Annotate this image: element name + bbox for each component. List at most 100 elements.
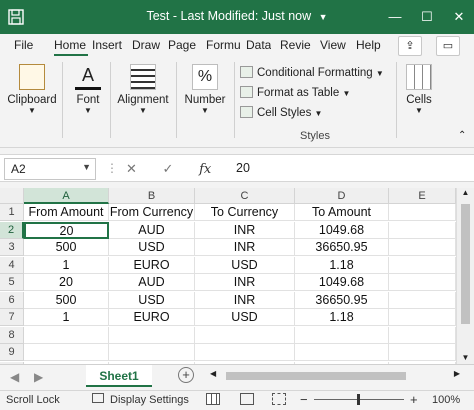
row-header[interactable]: 8 bbox=[0, 326, 24, 344]
row-header[interactable]: 7 bbox=[0, 309, 24, 326]
name-box[interactable]: A2 ▼ bbox=[4, 158, 96, 180]
close-button[interactable]: ✕ bbox=[448, 6, 470, 28]
tab-file[interactable]: File bbox=[14, 38, 33, 56]
page-break-icon[interactable] bbox=[272, 393, 286, 405]
table-cell[interactable]: 1049.68 bbox=[295, 274, 389, 291]
minimize-button[interactable]: — bbox=[384, 6, 406, 28]
table-cell[interactable]: AUD bbox=[109, 221, 195, 239]
zoom-in-button[interactable]: + bbox=[410, 392, 418, 407]
table-cell[interactable]: 1 bbox=[24, 256, 109, 274]
table-cell[interactable]: AUD bbox=[109, 274, 195, 291]
fx-icon[interactable]: fx bbox=[199, 162, 211, 177]
cell-styles-button[interactable]: Cell Styles ▼ bbox=[240, 106, 322, 119]
scroll-down-icon[interactable]: ▼ bbox=[457, 353, 474, 362]
row-header[interactable]: 2 bbox=[0, 221, 24, 239]
row-header[interactable]: 4 bbox=[0, 256, 24, 274]
zoom-level[interactable]: 100% bbox=[432, 394, 460, 406]
conditional-formatting-button[interactable]: Conditional Formatting ▼ bbox=[240, 66, 384, 79]
tab-help[interactable]: Help bbox=[356, 38, 381, 56]
vertical-scrollbar[interactable]: ▲ ▼ bbox=[456, 188, 474, 364]
table-cell[interactable]: 500 bbox=[24, 239, 109, 256]
table-cell[interactable] bbox=[389, 256, 456, 274]
column-title-cell[interactable]: From Currency bbox=[109, 204, 195, 221]
table-cell[interactable]: INR bbox=[195, 291, 295, 309]
zoom-out-button[interactable]: − bbox=[300, 392, 308, 407]
number-button[interactable]: % Number ▼ bbox=[180, 64, 230, 115]
table-cell[interactable] bbox=[389, 344, 456, 361]
table-cell[interactable]: EURO bbox=[109, 309, 195, 326]
column-header-e[interactable]: E bbox=[389, 188, 456, 204]
scroll-left-icon[interactable]: ◀ bbox=[210, 369, 216, 378]
collapse-ribbon-icon[interactable]: ⌃ bbox=[458, 130, 466, 141]
table-cell[interactable]: 1 bbox=[24, 309, 109, 326]
select-all-corner[interactable] bbox=[0, 188, 24, 204]
tab-page[interactable]: Page bbox=[168, 38, 196, 56]
table-cell[interactable] bbox=[195, 326, 295, 344]
sheet-tab-sheet1[interactable]: Sheet1 bbox=[86, 365, 152, 387]
table-cell[interactable] bbox=[389, 291, 456, 309]
table-cell[interactable] bbox=[109, 344, 195, 361]
page-layout-icon[interactable] bbox=[240, 393, 254, 405]
tab-formulas[interactable]: Formu bbox=[206, 38, 242, 56]
table-cell[interactable]: 1.18 bbox=[295, 309, 389, 326]
horizontal-scrollbar[interactable]: ◀ ▶ bbox=[210, 369, 460, 381]
tab-data[interactable]: Data bbox=[246, 38, 271, 56]
scroll-up-icon[interactable]: ▲ bbox=[457, 188, 474, 197]
column-header-b[interactable]: B bbox=[109, 188, 195, 204]
maximize-button[interactable]: ☐ bbox=[416, 6, 438, 28]
table-cell[interactable]: 20 bbox=[24, 274, 109, 291]
column-header-c[interactable]: C bbox=[195, 188, 295, 204]
table-cell[interactable] bbox=[24, 326, 109, 344]
table-cell[interactable] bbox=[389, 274, 456, 291]
cancel-icon[interactable]: ✕ bbox=[126, 161, 137, 176]
table-cell[interactable]: 1049.68 bbox=[295, 221, 389, 239]
row-header[interactable]: 5 bbox=[0, 274, 24, 291]
table-cell[interactable]: 36650.95 bbox=[295, 291, 389, 309]
add-sheet-button[interactable]: + bbox=[178, 367, 194, 383]
tab-home[interactable]: Home bbox=[54, 38, 88, 56]
format-as-table-button[interactable]: Format as Table ▼ bbox=[240, 86, 350, 99]
display-settings-button[interactable]: Display Settings bbox=[110, 394, 189, 406]
formula-input[interactable]: 20 bbox=[228, 158, 468, 180]
horizontal-scroll-thumb[interactable] bbox=[226, 372, 406, 380]
display-settings-icon[interactable] bbox=[92, 393, 104, 403]
table-cell[interactable] bbox=[24, 344, 109, 361]
column-header-d[interactable]: D bbox=[295, 188, 389, 204]
row-header[interactable]: 6 bbox=[0, 291, 24, 309]
table-cell[interactable]: INR bbox=[195, 239, 295, 256]
column-title-cell[interactable]: From Amount bbox=[24, 204, 109, 221]
tab-draw[interactable]: Draw bbox=[132, 38, 160, 56]
row-header[interactable]: 9 bbox=[0, 344, 24, 361]
scroll-right-icon[interactable]: ▶ bbox=[454, 369, 460, 378]
cells-button[interactable]: Cells ▼ bbox=[402, 64, 436, 115]
column-title-cell[interactable] bbox=[389, 204, 456, 221]
table-cell[interactable]: 36650.95 bbox=[295, 239, 389, 256]
table-cell[interactable] bbox=[109, 326, 195, 344]
clipboard-button[interactable]: Clipboard ▼ bbox=[6, 64, 58, 115]
enter-icon[interactable]: ✓ bbox=[163, 161, 174, 176]
table-cell[interactable]: INR bbox=[195, 274, 295, 291]
table-cell[interactable] bbox=[389, 221, 456, 239]
table-cell[interactable]: USD bbox=[109, 291, 195, 309]
table-cell[interactable]: EURO bbox=[109, 256, 195, 274]
normal-view-icon[interactable] bbox=[206, 393, 220, 405]
scroll-thumb[interactable] bbox=[461, 204, 470, 324]
row-header[interactable]: 3 bbox=[0, 239, 24, 256]
tab-review[interactable]: Revie bbox=[280, 38, 314, 56]
table-cell[interactable] bbox=[389, 309, 456, 326]
table-cell[interactable]: USD bbox=[195, 256, 295, 274]
sheet-prev-icon[interactable]: ◀ bbox=[10, 370, 19, 384]
column-header-a[interactable]: A bbox=[24, 188, 109, 204]
column-title-cell[interactable]: To Currency bbox=[195, 204, 295, 221]
table-cell[interactable] bbox=[195, 344, 295, 361]
table-cell[interactable] bbox=[389, 239, 456, 256]
table-cell[interactable] bbox=[389, 326, 456, 344]
table-cell[interactable]: USD bbox=[109, 239, 195, 256]
table-cell[interactable]: 500 bbox=[24, 291, 109, 309]
row-header[interactable]: 1 bbox=[0, 204, 24, 221]
table-cell[interactable]: INR bbox=[195, 221, 295, 239]
table-cell[interactable] bbox=[295, 326, 389, 344]
sheet-next-icon[interactable]: ▶ bbox=[34, 370, 43, 384]
table-cell[interactable] bbox=[295, 344, 389, 361]
zoom-slider-thumb[interactable] bbox=[357, 394, 360, 405]
